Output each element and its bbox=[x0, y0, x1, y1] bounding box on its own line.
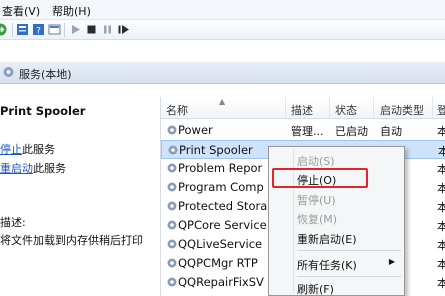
stop-highlight-box bbox=[272, 168, 368, 188]
service-name: Print Spooler bbox=[179, 143, 253, 157]
stop-service-line: 停止此服务 bbox=[0, 141, 55, 157]
stop-service-icon[interactable] bbox=[85, 23, 98, 36]
menu-item-start[interactable]: 启动(S) bbox=[270, 150, 403, 169]
forward-icon[interactable] bbox=[0, 23, 7, 36]
service-gear-icon bbox=[167, 182, 177, 192]
column-logon[interactable]: 登 bbox=[437, 102, 445, 118]
service-name: QQLiveService bbox=[178, 237, 263, 251]
service-gear-icon bbox=[167, 220, 177, 230]
service-name: Power bbox=[178, 123, 213, 137]
restart-service-line: 重启动此服务 bbox=[0, 160, 66, 176]
submenu-arrow-icon: ▶ bbox=[388, 257, 395, 266]
menu-item-resume[interactable]: 恢复(M) bbox=[270, 208, 403, 227]
menu-item-label: 刷新(F) bbox=[297, 283, 334, 296]
menu-item-label: 所有任务(K) bbox=[297, 259, 357, 272]
service-gear-icon bbox=[168, 145, 178, 155]
column-divider[interactable] bbox=[285, 97, 286, 119]
service-logon: 本 bbox=[437, 201, 445, 214]
menu-item-label: 启动(S) bbox=[297, 155, 335, 168]
service-logon: 本 bbox=[438, 145, 445, 158]
description-text: 将文件加载到内存供稍后打印 bbox=[0, 234, 143, 247]
svg-text:?: ? bbox=[36, 27, 41, 37]
service-gear-icon bbox=[167, 125, 177, 135]
menu-item-pause[interactable]: 暂停(U) bbox=[270, 189, 403, 208]
scope-header: 服务(本地) bbox=[0, 62, 445, 84]
scope-title: 服务(本地) bbox=[19, 68, 72, 81]
service-description: 管理... bbox=[291, 125, 324, 138]
menu-item-refresh[interactable]: 刷新(F) bbox=[270, 278, 403, 296]
menu-separator bbox=[297, 276, 401, 277]
menu-view[interactable]: 查看(V) bbox=[2, 3, 40, 19]
restart-service-suffix: 此服务 bbox=[33, 162, 66, 175]
column-status[interactable]: 状态 bbox=[335, 102, 357, 118]
services-gear-icon bbox=[3, 67, 14, 77]
service-name: QPCore Service bbox=[178, 218, 267, 232]
service-gear-icon bbox=[167, 201, 177, 211]
toolbar-separator bbox=[64, 23, 65, 37]
menu-item-label: 重新启动(E) bbox=[297, 233, 357, 246]
column-startup-type[interactable]: 启动类型 bbox=[380, 102, 424, 118]
service-logon: 本 bbox=[437, 182, 445, 195]
service-gear-icon bbox=[167, 163, 177, 173]
stop-service-link[interactable]: 停止 bbox=[0, 143, 22, 156]
service-gear-icon bbox=[167, 258, 177, 268]
service-logon: 本 bbox=[437, 163, 445, 176]
service-description-pane: Print Spooler 停止此服务 重启动此服务 描述: 将文件加载到内存供… bbox=[0, 84, 158, 296]
service-logon: 本 bbox=[437, 239, 445, 252]
context-menu: 启动(S) 停止(O) 暂停(U) 恢复(M) 重新启动(E) 所有任务(K) ▶… bbox=[268, 146, 405, 296]
service-name: Problem Repor bbox=[178, 161, 263, 175]
column-description[interactable]: 描述 bbox=[291, 102, 313, 118]
service-logon: 本 bbox=[437, 220, 445, 233]
menu-item-label: 暂停(U) bbox=[297, 194, 336, 207]
service-startup-type: 自动 bbox=[380, 125, 402, 138]
column-divider[interactable] bbox=[432, 97, 433, 119]
help-icon[interactable]: ? bbox=[32, 23, 45, 36]
service-status: 已启动 bbox=[335, 125, 368, 138]
start-service-icon[interactable] bbox=[69, 23, 82, 36]
menu-item-label: 恢复(M) bbox=[297, 213, 338, 226]
service-name: QQPCMgr RTP bbox=[178, 256, 258, 270]
selected-service-name: Print Spooler bbox=[0, 104, 86, 118]
service-logon: 本 bbox=[437, 277, 445, 290]
column-divider[interactable] bbox=[373, 97, 374, 119]
service-name: Program Comp bbox=[178, 180, 264, 194]
column-name[interactable]: 名称 bbox=[166, 102, 188, 118]
service-name: Protected Stora bbox=[178, 199, 268, 213]
properties-icon[interactable] bbox=[16, 23, 29, 36]
service-name: QQRepairFixSV bbox=[178, 275, 264, 289]
list-header: ▲ 名称 描述 状态 启动类型 登 bbox=[161, 97, 445, 119]
menu-item-all-tasks[interactable]: 所有任务(K) ▶ bbox=[270, 254, 403, 273]
description-label: 描述: bbox=[0, 216, 26, 229]
service-logon: 本 bbox=[437, 258, 445, 271]
console-icon[interactable] bbox=[48, 23, 61, 36]
menu-help[interactable]: 帮助(H) bbox=[52, 3, 91, 19]
sort-arrow-icon: ▲ bbox=[219, 97, 226, 106]
stop-service-suffix: 此服务 bbox=[22, 143, 55, 156]
service-logon: 本 bbox=[437, 125, 445, 138]
column-divider[interactable] bbox=[329, 97, 330, 119]
service-gear-icon bbox=[167, 239, 177, 249]
service-row-power[interactable]: Power 管理... 已启动 自动 本 bbox=[161, 121, 445, 140]
toolbar: ? bbox=[0, 20, 445, 40]
restart-service-icon[interactable] bbox=[117, 23, 130, 36]
menu-separator bbox=[297, 250, 401, 251]
toolbar-separator bbox=[12, 23, 13, 37]
pause-service-icon[interactable] bbox=[101, 23, 114, 36]
menu-item-restart[interactable]: 重新启动(E) bbox=[270, 228, 403, 247]
restart-service-link[interactable]: 重启动 bbox=[0, 162, 33, 175]
menu-bar: 查看(V) 帮助(H) bbox=[0, 0, 445, 20]
service-gear-icon bbox=[167, 277, 177, 287]
